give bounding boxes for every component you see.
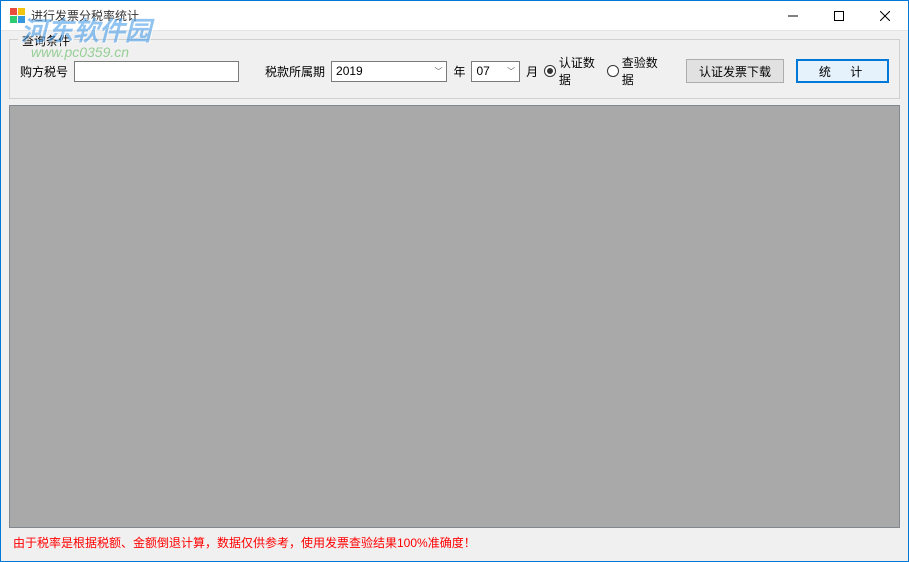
radio-icon xyxy=(607,65,619,77)
query-row: 购方税号 税款所属期 2019 ﹀ 年 07 ﹀ 月 xyxy=(20,54,889,88)
radio-verify-data[interactable]: 查验数据 xyxy=(607,54,668,88)
radio-verify-label: 查验数据 xyxy=(622,54,668,88)
main-window: 河东软件园 www.pc0359.cn 进行发票分税率统计 查询条件 购方税号 xyxy=(0,0,909,562)
titlebar: 进行发票分税率统计 xyxy=(1,1,908,31)
data-grid-area[interactable] xyxy=(9,105,900,528)
query-groupbox: 查询条件 购方税号 税款所属期 2019 ﹀ 年 07 ﹀ xyxy=(9,39,900,99)
radio-icon xyxy=(544,65,556,77)
chevron-down-icon: ﹀ xyxy=(507,66,515,77)
year-value: 2019 xyxy=(336,64,363,78)
download-invoice-button[interactable]: 认证发票下载 xyxy=(686,59,784,83)
year-suffix: 年 xyxy=(453,63,465,80)
window-title: 进行发票分税率统计 xyxy=(31,7,770,24)
year-dropdown[interactable]: 2019 ﹀ xyxy=(331,61,447,82)
app-icon xyxy=(9,8,25,24)
buyer-tax-input[interactable] xyxy=(74,61,239,82)
buyer-tax-label: 购方税号 xyxy=(20,63,68,80)
radio-auth-data[interactable]: 认证数据 xyxy=(544,54,605,88)
statistics-button[interactable]: 统 计 xyxy=(796,59,889,83)
content-area: 查询条件 购方税号 税款所属期 2019 ﹀ 年 07 ﹀ xyxy=(1,31,908,561)
chevron-down-icon: ﹀ xyxy=(434,66,442,77)
footer-warning: 由于税率是根据税额、金额倒退计算，数据仅供参考，使用发票查验结果100%准确度！ xyxy=(9,528,900,553)
groupbox-title: 查询条件 xyxy=(18,32,74,49)
window-controls xyxy=(770,1,908,30)
month-dropdown[interactable]: 07 ﹀ xyxy=(471,61,520,82)
minimize-button[interactable] xyxy=(770,1,816,30)
month-value: 07 xyxy=(476,64,489,78)
maximize-button[interactable] xyxy=(816,1,862,30)
tax-period-label: 税款所属期 xyxy=(265,63,325,80)
data-type-radio-group: 认证数据 查验数据 xyxy=(544,54,668,88)
radio-auth-label: 认证数据 xyxy=(559,54,605,88)
month-suffix: 月 xyxy=(526,63,538,80)
close-button[interactable] xyxy=(862,1,908,30)
